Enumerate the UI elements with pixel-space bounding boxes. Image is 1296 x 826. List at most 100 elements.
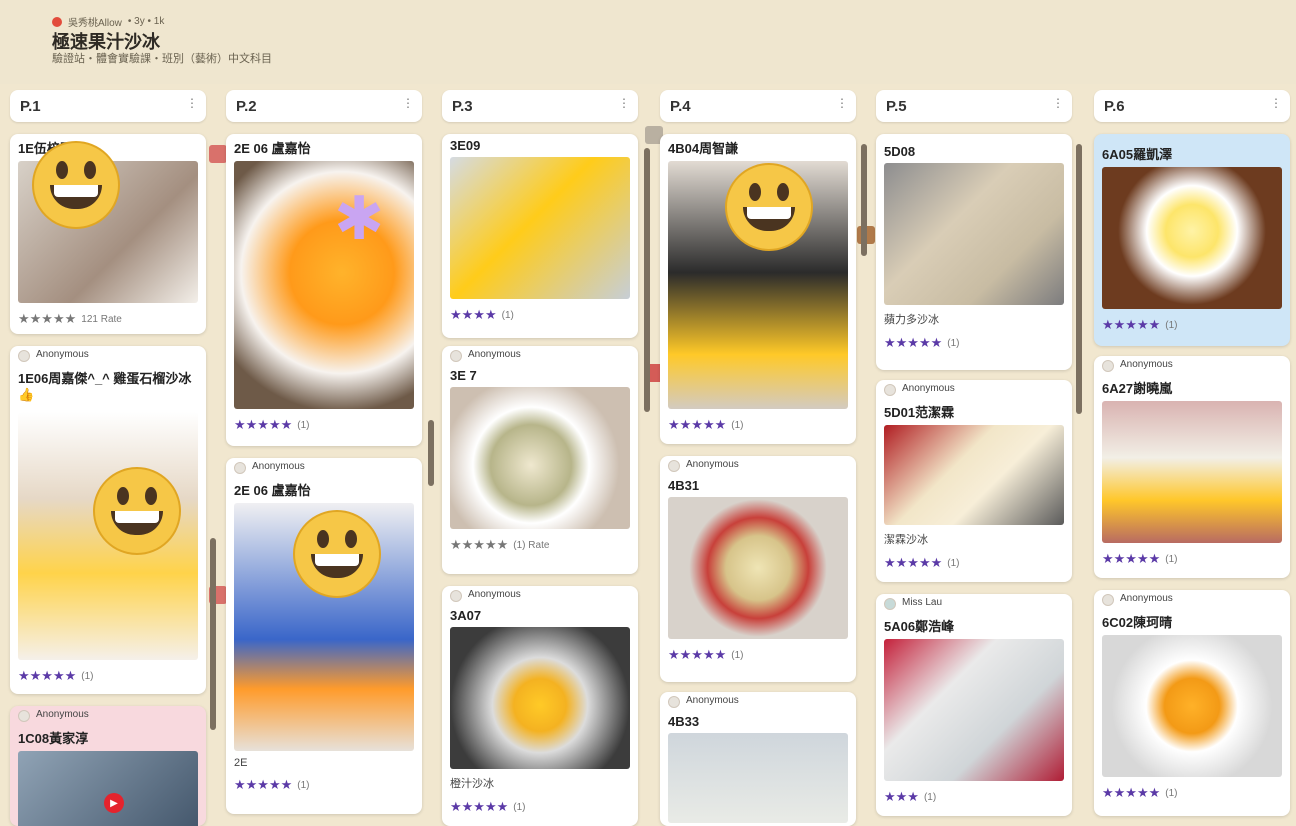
column-scrollbar[interactable] — [428, 420, 434, 486]
column-title: P.2 — [236, 98, 257, 115]
post-author: Anonymous — [36, 349, 89, 360]
post-title: 5A06鄭浩峰 — [884, 619, 955, 634]
author-avatar — [18, 710, 30, 722]
board-meta: 吳秀桃Allow • 3y • 1k — [52, 14, 164, 29]
post-video[interactable]: ▶ — [18, 751, 198, 826]
post-image[interactable] — [884, 639, 1064, 781]
rating-stars[interactable]: ★★★★★ (1) — [10, 660, 206, 694]
rating-stars[interactable]: ★★★★★ (1) — [1094, 543, 1290, 577]
column-title: P.1 — [20, 98, 41, 115]
post-image[interactable] — [450, 627, 630, 769]
column-title: P.6 — [1104, 98, 1125, 115]
post-title: 4B04周智謙 — [668, 141, 739, 156]
rating-stars[interactable]: ★★★★★ (1) — [876, 547, 1072, 581]
rating-stars[interactable]: ★★★★★ (1) — [660, 639, 856, 673]
column-p1: P.1 ⋮ — [10, 90, 206, 122]
post-title: 6C02陳珂晴 — [1102, 615, 1173, 630]
rating-stars[interactable]: ★★★★★ 121 Rate — [10, 303, 206, 334]
column-scrollbar[interactable] — [1076, 144, 1082, 414]
play-icon[interactable]: ▶ — [104, 793, 124, 813]
rating-stars[interactable]: ★★★★★ (1) — [876, 327, 1072, 361]
post-card[interactable]: Anonymous 4B31 ★★★★★ (1) — [660, 456, 856, 682]
post-author: Anonymous — [252, 461, 305, 472]
post-title: 5D08 — [884, 144, 916, 159]
post-text: 蘋力多沙冰 — [884, 314, 939, 326]
rating-stars[interactable]: ★★★★★ (1) — [660, 409, 856, 443]
rating-stars[interactable]: ★★★★★ (1) Rate — [442, 529, 638, 563]
post-image[interactable] — [1102, 401, 1282, 543]
post-title: 6A05羅凱澤 — [1102, 147, 1173, 162]
post-card[interactable]: 6A05羅凱澤 ★★★★★ (1) — [1094, 134, 1290, 346]
post-image[interactable] — [884, 163, 1064, 305]
smiley-face-icon — [714, 163, 824, 251]
post-image[interactable] — [1102, 635, 1282, 777]
author-avatar[interactable] — [52, 16, 62, 27]
more-options-icon[interactable]: ⋮ — [836, 96, 848, 110]
post-card[interactable]: Anonymous 3A07 橙汁沙冰 ★★★★★ (1) — [442, 586, 638, 826]
post-author: Anonymous — [36, 709, 89, 720]
column-title: P.5 — [886, 98, 907, 115]
column-scrollbar[interactable] — [644, 148, 650, 412]
post-title: 3E 7 — [450, 368, 477, 383]
column-header: P.1 ⋮ — [10, 90, 206, 122]
post-title: 4B31 — [668, 478, 700, 493]
author-avatar — [668, 696, 680, 708]
post-card[interactable]: Miss Lau 5A06鄭浩峰 ★★★ (1) — [876, 594, 1072, 816]
post-image[interactable] — [1102, 167, 1282, 309]
post-image[interactable]: ✱ — [234, 161, 414, 409]
more-options-icon[interactable]: ⋮ — [186, 96, 198, 110]
more-options-icon[interactable]: ⋮ — [1270, 96, 1282, 110]
post-author: Anonymous — [468, 349, 521, 360]
post-text: 橙汁沙冰 — [450, 778, 494, 790]
post-author: Anonymous — [686, 459, 739, 470]
post-author: Anonymous — [902, 383, 955, 394]
more-options-icon[interactable]: ⋮ — [1052, 96, 1064, 110]
board-time-meta: • 3y • 1k — [127, 16, 165, 27]
smiley-face-icon — [82, 467, 192, 555]
rating-stars[interactable]: ★★★ (1) — [876, 781, 1072, 815]
rating-stars[interactable]: ★★★★★ (1) — [1094, 777, 1290, 811]
post-card[interactable]: Anonymous 1C08黃家淳 ▶ — [10, 706, 206, 826]
post-title: 3E09 — [450, 138, 481, 153]
post-card[interactable]: Anonymous 6A27謝曉嵐 ★★★★★ (1) — [1094, 356, 1290, 578]
post-card[interactable]: Anonymous 6C02陳珂晴 ★★★★★ (1) — [1094, 590, 1290, 816]
post-image[interactable] — [450, 157, 630, 299]
post-author: Anonymous — [1120, 593, 1173, 604]
column-scrollbar[interactable] — [861, 144, 867, 256]
column-scrollbar[interactable] — [210, 538, 216, 730]
decorative-shape — [209, 145, 227, 163]
column-p2: P.2 ⋮ — [226, 90, 422, 122]
author-avatar — [234, 462, 246, 474]
post-title: 5D01范潔霖 — [884, 405, 955, 420]
rating-stars[interactable]: ★★★★★ (1) — [226, 769, 422, 803]
author-avatar — [450, 350, 462, 362]
post-title: 4B33 — [668, 714, 700, 729]
more-options-icon[interactable]: ⋮ — [618, 96, 630, 110]
board-author[interactable]: 吳秀桃Allow — [68, 14, 122, 29]
column-p6: P.6 ⋮ — [1094, 90, 1290, 122]
post-text: 2E — [234, 757, 248, 769]
smiley-face-icon — [282, 510, 392, 598]
author-avatar — [18, 350, 30, 362]
post-card[interactable]: 5D08 蘋力多沙冰 ★★★★★ (1) — [876, 134, 1072, 370]
post-card[interactable]: Anonymous 4B33 — [660, 692, 856, 826]
post-title: 2E 06 盧嘉怡 — [234, 141, 311, 156]
post-image[interactable] — [450, 387, 630, 529]
author-avatar — [668, 460, 680, 472]
post-image[interactable] — [668, 497, 848, 639]
column-title: P.4 — [670, 98, 691, 115]
post-image[interactable] — [884, 425, 1064, 525]
more-options-icon[interactable]: ⋮ — [402, 96, 414, 110]
column-p4: P.4 ⋮ — [660, 90, 856, 122]
post-card[interactable]: Anonymous 5D01范潔霖 潔霖沙冰 ★★★★★ (1) — [876, 380, 1072, 582]
post-card[interactable]: Anonymous 3E 7 ★★★★★ (1) Rate — [442, 346, 638, 574]
board-header: 吳秀桃Allow • 3y • 1k 極速果汁沙冰 驗證站・體會實驗課・班別（藝… — [0, 0, 1296, 84]
rating-stars[interactable]: ★★★★★ (1) — [226, 409, 422, 443]
post-card[interactable]: 3E09 ★★★★ (1) — [442, 134, 638, 338]
rating-stars[interactable]: ★★★★ (1) — [442, 299, 638, 333]
rating-stars[interactable]: ★★★★★ (1) — [1094, 309, 1290, 343]
column-header: P.3 ⋮ — [442, 90, 638, 122]
post-image[interactable] — [668, 733, 848, 823]
post-author: Miss Lau — [902, 597, 943, 608]
post-card[interactable]: 2E 06 盧嘉怡 ✱ ★★★★★ (1) — [226, 134, 422, 446]
